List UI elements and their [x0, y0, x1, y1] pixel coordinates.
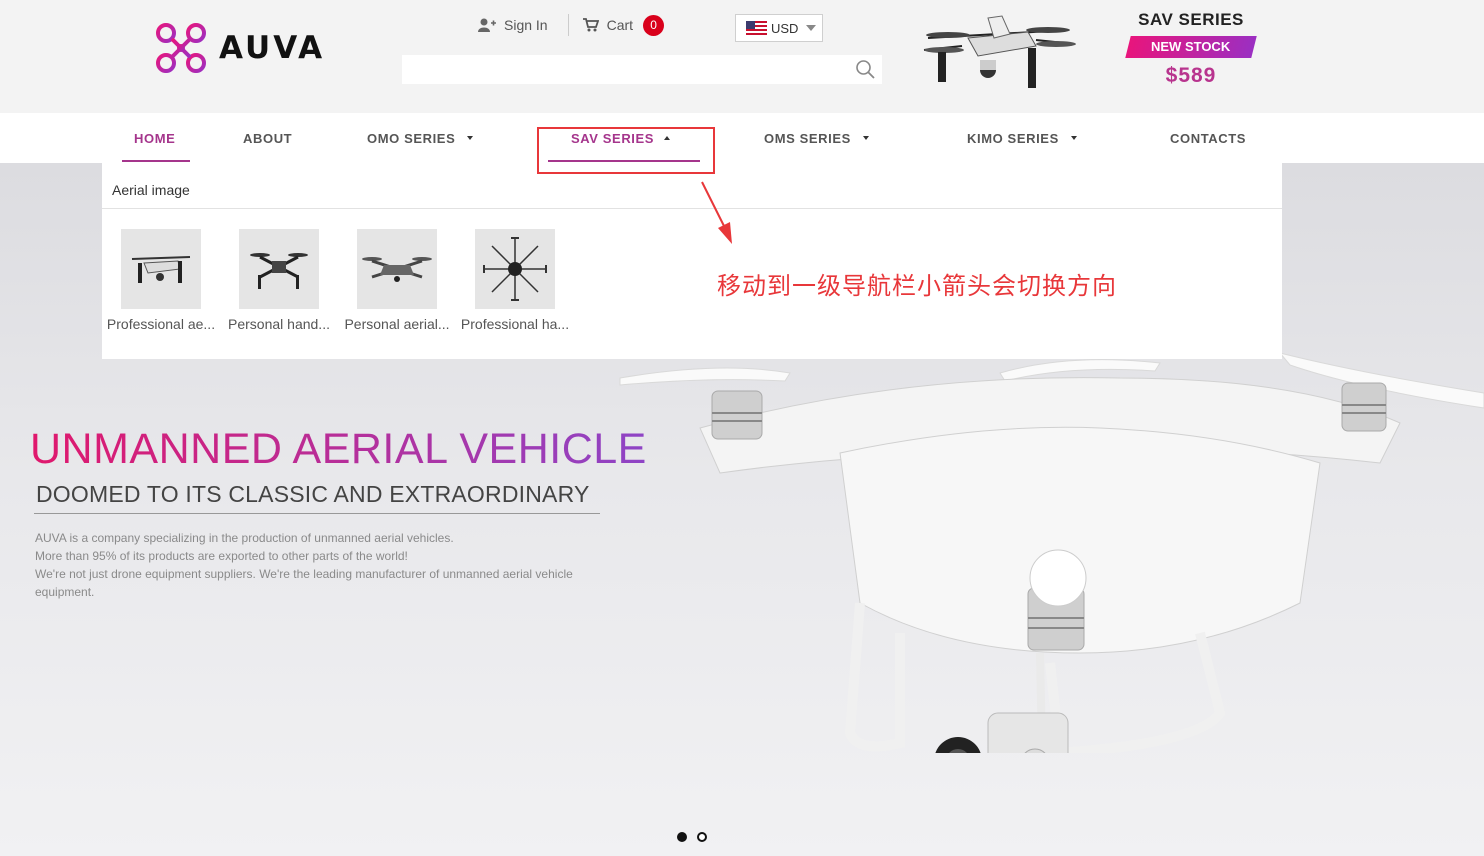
carousel-dots	[677, 832, 717, 842]
cart-icon	[582, 18, 599, 32]
carousel-dot-1[interactable]	[677, 832, 687, 842]
hero-desc-line-3: We're not just drone equipment suppliers…	[35, 567, 573, 599]
highlight-box	[537, 127, 715, 174]
nav-item-label: OMS SERIES	[764, 130, 851, 146]
nav-item-kimo-series[interactable]: KIMO SERIES	[967, 113, 1077, 163]
main-nav: HOME ABOUT OMO SERIES SAV SERIES OMS SER…	[0, 113, 1484, 163]
product-thumbnail[interactable]	[121, 229, 201, 309]
nav-item-label: KIMO SERIES	[967, 130, 1059, 146]
sav-series-dropdown: Aerial image Professional ae... Personal…	[102, 163, 1282, 359]
cart-link[interactable]: Cart 0	[582, 14, 665, 36]
dropdown-item-label: Personal aerial...	[344, 316, 450, 332]
top-links-divider	[567, 14, 569, 36]
nav-item-label: HOME	[134, 130, 176, 146]
currency-value: USD	[771, 20, 799, 36]
promo-price: $589	[1165, 64, 1217, 87]
hero-divider	[34, 513, 600, 514]
promo-title: SAV SERIES	[1138, 10, 1244, 29]
nav-item-home[interactable]: HOME	[134, 113, 175, 163]
currency-select[interactable]: USD	[735, 14, 823, 42]
logo-drone-icon	[156, 23, 206, 73]
hero-title: UNMANNED AERIAL VEHICLE	[30, 425, 647, 473]
annotation-arrow-icon	[701, 181, 732, 244]
dropdown-item-label: Professional ha...	[460, 316, 570, 332]
drone-icon	[250, 253, 308, 289]
chevron-down-icon	[806, 25, 817, 31]
dropdown-item[interactable]: Professional ha...	[456, 229, 574, 332]
dropdown-item[interactable]: Personal aerial...	[338, 229, 456, 332]
product-thumbnail[interactable]	[239, 229, 319, 309]
drone-icon	[362, 257, 432, 282]
promo-badge: NEW STOCK	[1125, 36, 1257, 58]
hero-drone-image	[619, 352, 1484, 753]
brand-name: AUVA	[219, 30, 326, 66]
promo-drone-image[interactable]	[918, 8, 1078, 98]
search-bar	[402, 55, 882, 84]
dropdown-item-label: Personal hand...	[228, 316, 330, 332]
drone-icon	[483, 237, 547, 301]
nav-item-label: OMO SERIES	[367, 130, 456, 146]
hero-desc-line-1: AUVA is a company specializing in the pr…	[35, 531, 454, 545]
nav-item-about[interactable]: ABOUT	[243, 113, 292, 163]
product-thumbnail[interactable]	[475, 229, 555, 309]
dropdown-item-label: Professional ae...	[106, 316, 216, 332]
logo[interactable]: AUVA	[155, 22, 325, 74]
nav-item-omo-series[interactable]: OMO SERIES	[367, 113, 474, 163]
caret-down-icon[interactable]	[467, 136, 474, 140]
top-links: Sign In Cart 0	[478, 14, 665, 36]
caret-down-icon[interactable]	[1070, 136, 1077, 140]
sign-in-link[interactable]: Sign In	[478, 17, 548, 33]
product-thumbnail[interactable]	[357, 229, 437, 309]
hero-desc-line-2: More than 95% of its products are export…	[35, 549, 408, 563]
promo-badge-label: NEW STOCK	[1151, 39, 1231, 54]
carousel-dot-2[interactable]	[697, 832, 707, 842]
nav-active-underline	[122, 160, 190, 162]
search-icon[interactable]	[855, 59, 876, 80]
drone-icon	[131, 256, 191, 283]
caret-down-icon[interactable]	[862, 136, 869, 140]
cart-label: Cart	[606, 17, 634, 33]
dropdown-items: Professional ae... Personal hand... Pers…	[102, 229, 574, 332]
annotation-text: 移动到一级导航栏小箭头会切换方向	[717, 272, 1117, 300]
search-input[interactable]	[402, 55, 842, 84]
hero-description: AUVA is a company specializing in the pr…	[35, 529, 575, 601]
user-add-icon	[478, 18, 496, 32]
nav-item-oms-series[interactable]: OMS SERIES	[764, 113, 869, 163]
nav-item-contacts[interactable]: CONTACTS	[1170, 113, 1246, 163]
sign-in-label: Sign In	[504, 17, 548, 33]
nav-item-label: ABOUT	[243, 130, 293, 146]
cart-count-badge: 0	[643, 14, 665, 36]
hero-subtitle: DOOMED TO ITS CLASSIC AND EXTRAORDINARY	[36, 481, 590, 507]
header: AUVA Sign In Cart 0 USD SAV SERIES NEW S…	[0, 0, 1484, 113]
promo-box[interactable]: SAV SERIES NEW STOCK $589	[1125, 10, 1257, 88]
us-flag-icon	[746, 21, 767, 35]
nav-item-label: CONTACTS	[1170, 130, 1247, 146]
dropdown-item[interactable]: Professional ae...	[102, 229, 220, 332]
dropdown-item[interactable]: Personal hand...	[220, 229, 338, 332]
